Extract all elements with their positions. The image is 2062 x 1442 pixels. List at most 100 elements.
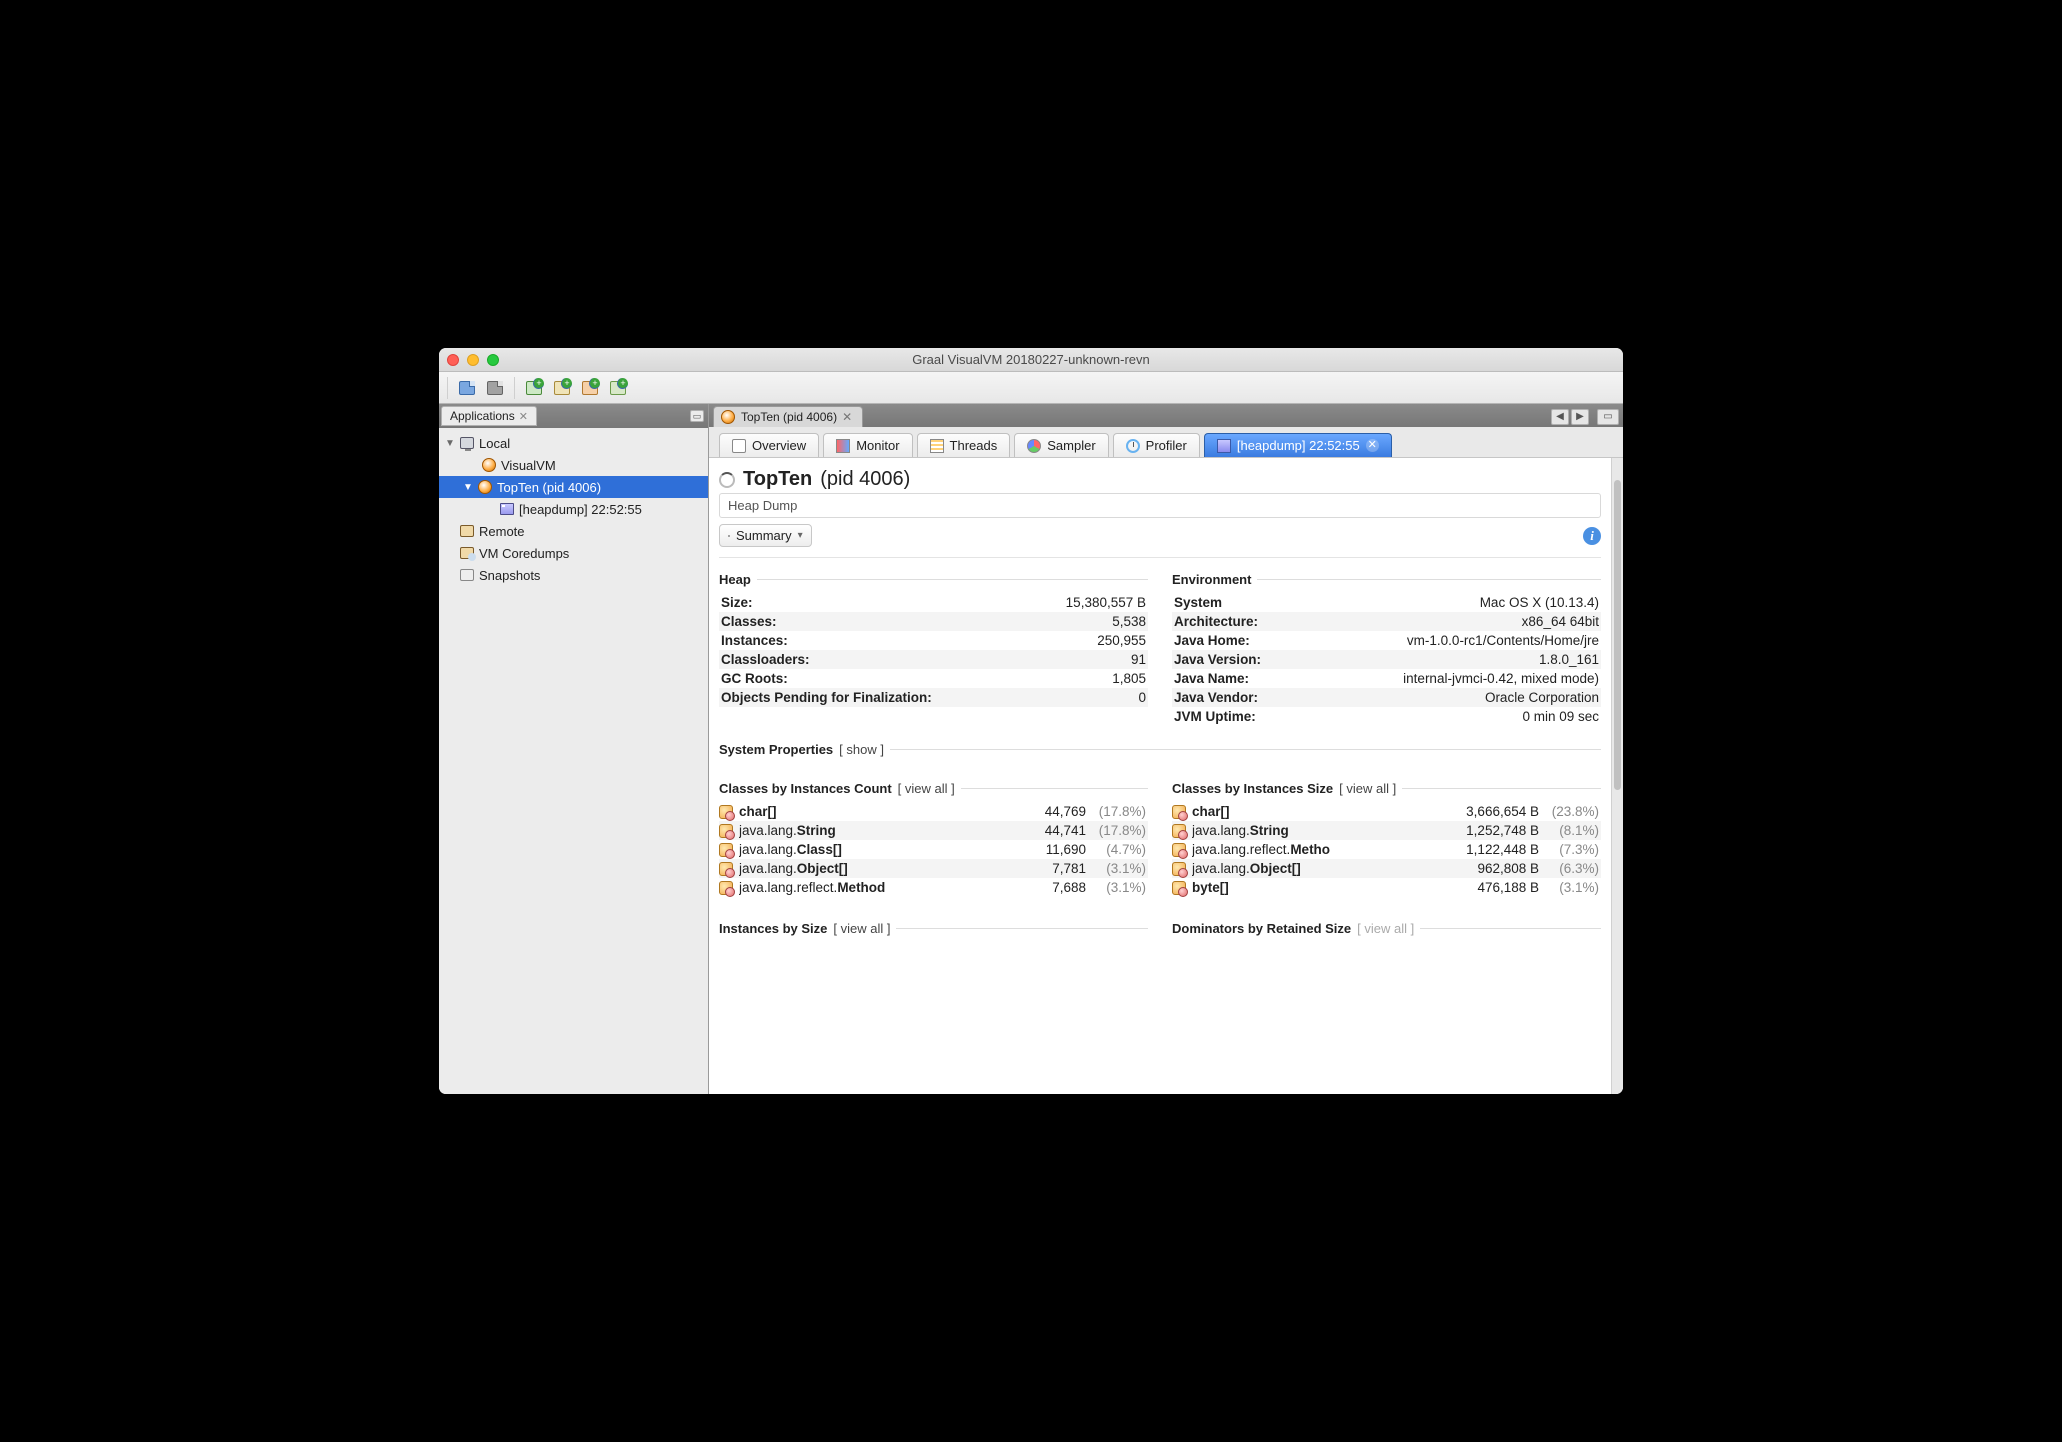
close-icon[interactable]: ✕	[519, 410, 528, 423]
heapdump-icon	[500, 503, 514, 515]
info-button[interactable]: i	[1583, 527, 1601, 545]
applications-panel-label: Applications	[450, 409, 515, 423]
class-count: 3,666,654 B	[1466, 804, 1539, 819]
close-icon[interactable]: ✕	[842, 410, 852, 424]
kv-key: Java Vendor:	[1172, 690, 1258, 705]
class-row[interactable]: char[]44,769(17.8%)	[719, 802, 1148, 821]
class-row[interactable]: java.lang.String44,741(17.8%)	[719, 821, 1148, 840]
close-icon[interactable]: ✕	[1366, 439, 1379, 452]
overview-icon	[732, 439, 746, 453]
main-tab-topten[interactable]: TopTen (pid 4006) ✕	[713, 406, 863, 427]
tab-sampler[interactable]: Sampler	[1014, 433, 1108, 457]
list-icon	[728, 535, 730, 537]
class-name: java.lang.String	[1192, 823, 1289, 838]
class-icon	[1172, 843, 1186, 857]
tab-maximize-button[interactable]: ▭	[1597, 409, 1619, 425]
class-percent: (23.8%)	[1545, 804, 1601, 819]
save-file-button[interactable]	[484, 377, 506, 399]
tree-node-remote[interactable]: ▼ Remote	[439, 520, 708, 542]
add-snapshot-button[interactable]	[607, 377, 629, 399]
class-count: 7,781	[1016, 861, 1086, 876]
chevron-down-icon[interactable]: ▼	[463, 482, 473, 493]
tree-node-heapdump[interactable]: [heapdump] 22:52:55	[439, 498, 708, 520]
tree-node-local[interactable]: ▼ Local	[439, 432, 708, 454]
class-name: byte[]	[1192, 880, 1229, 895]
class-row[interactable]: char[]3,666,654 B(23.8%)	[1172, 802, 1601, 821]
kv-row: Classloaders:91	[719, 650, 1148, 669]
tab-profiler[interactable]: Profiler	[1113, 433, 1200, 457]
heap-section: Heap Size:15,380,557 BClasses:5,538Insta…	[719, 566, 1148, 726]
view-all-link[interactable]: [ view all ]	[1357, 921, 1414, 936]
tab-nav-right[interactable]: ▶	[1571, 409, 1589, 425]
kv-value: 1,805	[1112, 671, 1148, 686]
class-row[interactable]: java.lang.reflect.Metho1,122,448 B(7.3%)	[1172, 840, 1601, 859]
kv-key: JVM Uptime:	[1172, 709, 1256, 724]
class-row[interactable]: byte[]476,188 B(3.1%)	[1172, 878, 1601, 897]
tab-monitor[interactable]: Monitor	[823, 433, 912, 457]
kv-key: Java Name:	[1172, 671, 1249, 686]
show-system-properties-link[interactable]: [ show ]	[839, 742, 884, 757]
view-all-link[interactable]: [ view all ]	[1339, 781, 1396, 796]
toolbar	[439, 372, 1623, 404]
tab-threads[interactable]: Threads	[917, 433, 1011, 457]
tree-node-coredumps[interactable]: ▼ VM Coredumps	[439, 542, 708, 564]
class-row[interactable]: java.lang.reflect.Method7,688(3.1%)	[719, 878, 1148, 897]
classes-by-size-section: Classes by Instances Size [ view all ] c…	[1172, 775, 1601, 897]
heapdump-icon	[1217, 439, 1231, 453]
section-heading: Environment	[1172, 572, 1251, 587]
chevron-down-icon[interactable]: ▼	[445, 438, 455, 449]
class-count: 11,690	[1016, 842, 1086, 857]
titlebar: Graal VisualVM 20180227-unknown-revn	[439, 348, 1623, 372]
kv-value: 91	[1131, 652, 1148, 667]
class-row[interactable]: java.lang.String1,252,748 B(8.1%)	[1172, 821, 1601, 840]
class-percent: (7.3%)	[1545, 842, 1601, 857]
sampler-icon	[1027, 439, 1041, 453]
minimize-panel-button[interactable]: ▭	[690, 410, 704, 422]
main-panel: TopTen (pid 4006) ✕ ◀ ▶ ▭ Overview Monit…	[709, 404, 1623, 1094]
remote-icon	[460, 525, 474, 537]
vertical-scrollbar[interactable]	[1611, 458, 1623, 1094]
kv-value: 15,380,557 B	[1066, 595, 1148, 610]
section-heading: Classes by Instances Size	[1172, 781, 1333, 796]
node-label: Local	[479, 436, 510, 451]
loading-icon	[719, 472, 735, 488]
tree-node-topten[interactable]: ▼ TopTen (pid 4006)	[439, 476, 708, 498]
kv-row: Java Home:vm-1.0.0-rc1/Contents/Home/jre	[1172, 631, 1601, 650]
kv-row: Size:15,380,557 B	[719, 593, 1148, 612]
class-row[interactable]: java.lang.Object[]962,808 B(6.3%)	[1172, 859, 1601, 878]
tab-label: Monitor	[856, 438, 899, 453]
tab-heapdump[interactable]: [heapdump] 22:52:55 ✕	[1204, 433, 1392, 457]
class-percent: (3.1%)	[1092, 861, 1148, 876]
node-label: VM Coredumps	[479, 546, 569, 561]
class-count: 7,688	[1016, 880, 1086, 895]
kv-value: Mac OS X (10.13.4)	[1480, 595, 1601, 610]
kv-key: Instances:	[719, 633, 788, 648]
class-row[interactable]: java.lang.Class[]11,690(4.7%)	[719, 840, 1148, 859]
tab-overview[interactable]: Overview	[719, 433, 819, 457]
open-file-button[interactable]	[456, 377, 478, 399]
page-subtitle: Heap Dump	[719, 493, 1601, 518]
add-coredump-button[interactable]	[579, 377, 601, 399]
add-local-button[interactable]	[523, 377, 545, 399]
kv-value: 0 min 09 sec	[1522, 709, 1601, 724]
kv-key: GC Roots:	[719, 671, 788, 686]
class-count: 1,252,748 B	[1466, 823, 1539, 838]
tab-nav-left[interactable]: ◀	[1551, 409, 1569, 425]
scrollbar-thumb[interactable]	[1614, 480, 1621, 790]
view-all-link[interactable]: [ view all ]	[833, 921, 890, 936]
add-jmx-button[interactable]	[551, 377, 573, 399]
environment-section: Environment SystemMac OS X (10.13.4)Arch…	[1172, 566, 1601, 726]
summary-dropdown[interactable]: Summary ▾	[719, 524, 812, 547]
profiler-icon	[1126, 439, 1140, 453]
kv-row: Java Name:internal-jvmci-0.42, mixed mod…	[1172, 669, 1601, 688]
class-icon	[719, 843, 733, 857]
view-all-link[interactable]: [ view all ]	[898, 781, 955, 796]
tree-node-snapshots[interactable]: ▼ Snapshots	[439, 564, 708, 586]
applications-panel-tab[interactable]: Applications ✕	[441, 406, 537, 426]
class-row[interactable]: java.lang.Object[]7,781(3.1%)	[719, 859, 1148, 878]
section-heading: Classes by Instances Count	[719, 781, 892, 796]
class-icon	[1172, 805, 1186, 819]
section-heading: Dominators by Retained Size	[1172, 921, 1351, 936]
java-icon	[482, 458, 496, 472]
tree-node-visualvm[interactable]: VisualVM	[439, 454, 708, 476]
